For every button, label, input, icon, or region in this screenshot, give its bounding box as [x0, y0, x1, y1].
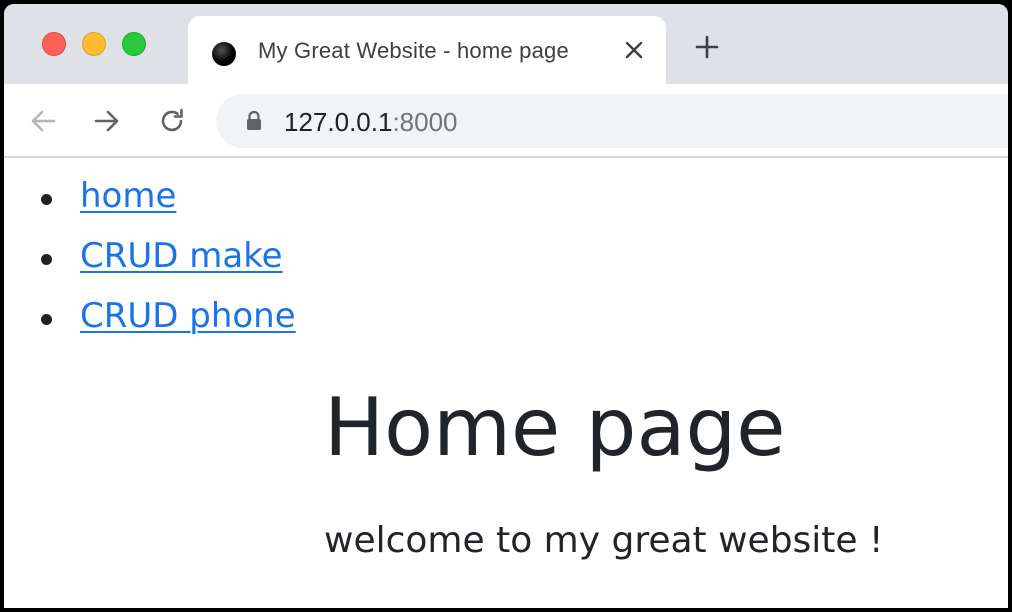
browser-window: My Great Website - home page 127.0.0.1:8…: [4, 4, 1008, 608]
reload-icon[interactable]: [157, 106, 187, 136]
nav-link-home[interactable]: home: [80, 176, 176, 216]
tab-strip: My Great Website - home page: [4, 4, 1008, 84]
window-maximize-button[interactable]: [122, 32, 146, 56]
arrow-left-icon[interactable]: [28, 106, 58, 136]
window-close-button[interactable]: [42, 32, 66, 56]
page-content: home CRUD make CRUD phone Home page welc…: [4, 158, 1008, 608]
bullet: [41, 194, 52, 205]
tab-active[interactable]: My Great Website - home page: [188, 16, 666, 84]
window-minimize-button[interactable]: [82, 32, 106, 56]
black-circle-icon: [212, 42, 236, 66]
url-host: 127.0.0.1: [284, 107, 393, 137]
url-text[interactable]: 127.0.0.1:8000: [284, 107, 458, 138]
close-icon[interactable]: [622, 38, 646, 62]
plus-icon[interactable]: [694, 34, 720, 60]
page-title: Home page: [324, 381, 786, 474]
address-bar[interactable]: 127.0.0.1:8000: [216, 94, 1008, 148]
welcome-text: welcome to my great website !: [324, 520, 884, 561]
tab-title: My Great Website - home page: [258, 38, 569, 63]
url-port: :8000: [392, 107, 458, 137]
nav-link-crud-phone[interactable]: CRUD phone: [80, 296, 296, 336]
bullet: [41, 254, 52, 265]
browser-toolbar: 127.0.0.1:8000: [4, 84, 1008, 158]
bullet: [41, 314, 52, 325]
arrow-right-icon[interactable]: [92, 106, 122, 136]
nav-link-crud-make[interactable]: CRUD make: [80, 236, 283, 276]
lock-icon[interactable]: [244, 110, 264, 132]
